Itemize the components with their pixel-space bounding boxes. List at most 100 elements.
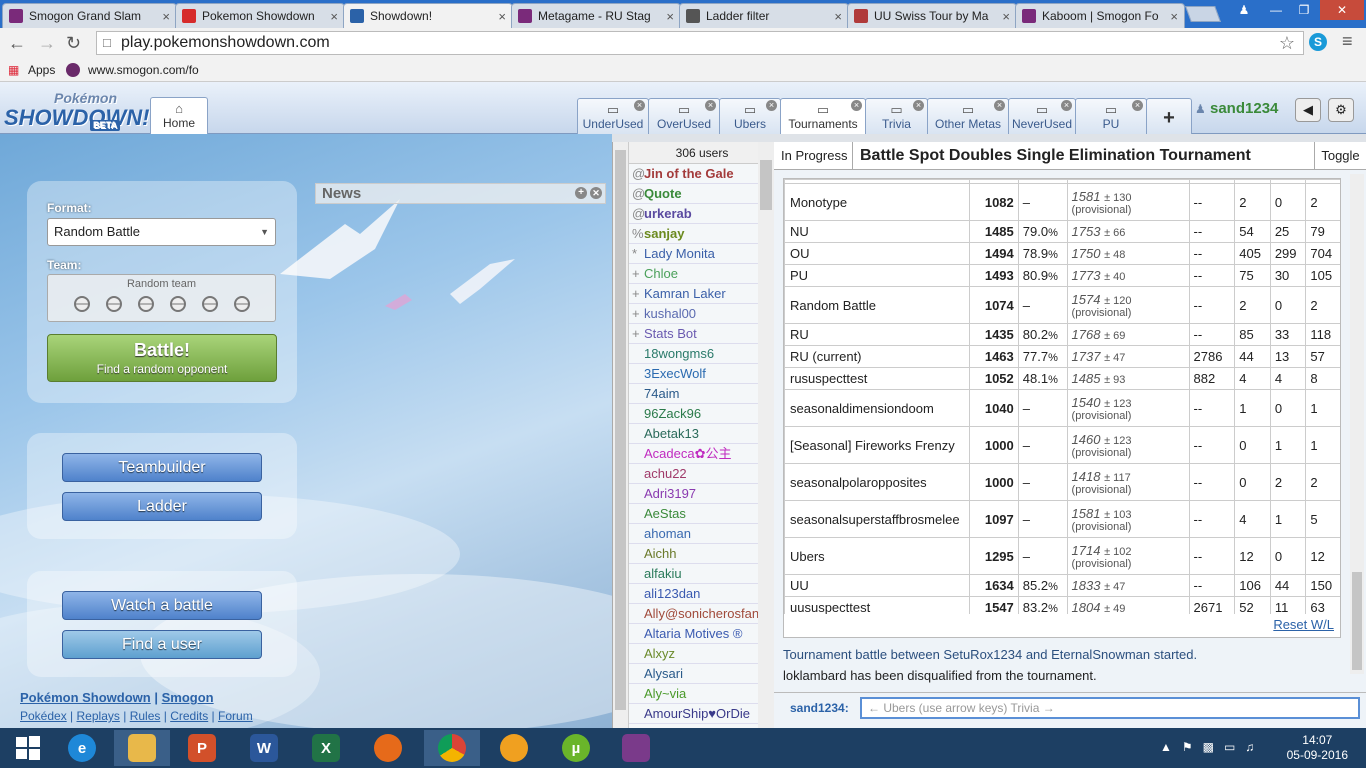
- url-input[interactable]: □ play.pokemonshowdown.com ☆: [96, 31, 1304, 55]
- browser-tab[interactable]: Ladder filter ×: [679, 3, 849, 28]
- tab-close-icon[interactable]: ×: [330, 9, 338, 24]
- username[interactable]: sand1234: [1210, 100, 1278, 117]
- add-room-button[interactable]: +: [1146, 98, 1192, 134]
- gear-icon[interactable]: ⚙: [1328, 98, 1354, 122]
- taskbar-chrome[interactable]: [424, 730, 480, 766]
- skype-icon[interactable]: S: [1309, 33, 1327, 51]
- tournament-scrollbar[interactable]: [1350, 174, 1364, 674]
- window-close-button[interactable]: ✕: [1320, 0, 1364, 20]
- news-panel-header[interactable]: News + ✕: [315, 183, 606, 204]
- user-list-item[interactable]: ahoman: [629, 524, 775, 544]
- user-list-item[interactable]: @Jin of the Gale: [629, 164, 775, 184]
- user-list-item[interactable]: Acadeca✿公主: [629, 444, 775, 464]
- room-tab-trivia[interactable]: ▭ × Trivia: [865, 98, 928, 134]
- user-list-item[interactable]: Adri3197: [629, 484, 775, 504]
- userlist-scrollbar[interactable]: [758, 142, 774, 728]
- taskbar-firefox[interactable]: [360, 730, 416, 766]
- tab-close-icon[interactable]: ×: [1170, 9, 1178, 24]
- pokedex-link[interactable]: Pokédex: [20, 709, 67, 723]
- browser-tab[interactable]: Kaboom | Smogon Fo ×: [1015, 3, 1185, 28]
- user-list-item[interactable]: AmourShip♥OrDie: [629, 704, 775, 724]
- room-tab-pu[interactable]: ▭ × PU: [1075, 98, 1147, 134]
- team-select[interactable]: Random team: [47, 274, 276, 322]
- tab-close-icon[interactable]: ×: [666, 9, 674, 24]
- sound-icon[interactable]: ◀: [1295, 98, 1321, 122]
- user-icon[interactable]: ♟: [1230, 0, 1258, 20]
- user-list-item[interactable]: %sanjay: [629, 224, 775, 244]
- tab-close-icon[interactable]: ×: [834, 9, 842, 24]
- tab-close-icon[interactable]: ×: [498, 9, 506, 24]
- format-select[interactable]: Random Battle ▼: [47, 218, 276, 246]
- close-icon[interactable]: ✕: [590, 187, 602, 199]
- taskbar-ie[interactable]: e: [54, 730, 110, 766]
- user-list-item[interactable]: Ally@sonicherosfan: [629, 604, 775, 624]
- user-list-item[interactable]: @urkerab: [629, 204, 775, 224]
- replays-link[interactable]: Replays: [77, 709, 120, 723]
- close-icon[interactable]: ×: [705, 100, 716, 111]
- apps-link[interactable]: Apps: [28, 58, 55, 82]
- bookmark-star-icon[interactable]: ☆: [1279, 32, 1295, 54]
- teambuilder-button[interactable]: Teambuilder: [62, 453, 262, 482]
- browser-tab[interactable]: Metagame - RU Stag ×: [511, 3, 681, 28]
- apps-icon[interactable]: ▦: [8, 58, 19, 82]
- watch-battle-button[interactable]: Watch a battle: [62, 591, 262, 620]
- user-list-item[interactable]: alfakiu: [629, 564, 775, 584]
- user-list-item[interactable]: achu22: [629, 464, 775, 484]
- ladder-button[interactable]: Ladder: [62, 492, 262, 521]
- room-tab-tournaments[interactable]: ▭ × Tournaments: [780, 98, 866, 134]
- close-icon[interactable]: ×: [913, 100, 924, 111]
- browser-tab[interactable]: Pokemon Showdown ×: [175, 3, 345, 28]
- user-list-item[interactable]: + kushal00: [629, 304, 775, 324]
- user-list-item[interactable]: Abetak13: [629, 424, 775, 444]
- chat-input[interactable]: ← Ubers (use arrow keys) Trivia →: [860, 697, 1360, 719]
- forward-icon[interactable]: →: [38, 33, 56, 54]
- forum-link[interactable]: Forum: [218, 709, 253, 723]
- room-tab-ubers[interactable]: ▭ × Ubers: [719, 98, 781, 134]
- user-list-item[interactable]: Aichh: [629, 544, 775, 564]
- rules-link[interactable]: Rules: [130, 709, 161, 723]
- close-icon[interactable]: ×: [1132, 100, 1143, 111]
- user-list-item[interactable]: Aly~via: [629, 684, 775, 704]
- user-list-item[interactable]: + Kamran Laker: [629, 284, 775, 304]
- reset-wl-link[interactable]: Reset W/L: [1273, 617, 1334, 632]
- credits-link[interactable]: Credits: [170, 709, 208, 723]
- smogon-link[interactable]: Smogon: [162, 690, 214, 705]
- close-icon[interactable]: ×: [994, 100, 1005, 111]
- start-button[interactable]: [0, 730, 56, 766]
- find-user-button[interactable]: Find a user: [62, 630, 262, 659]
- user-list-item[interactable]: + Chloe: [629, 264, 775, 284]
- taskbar-app[interactable]: [486, 730, 542, 766]
- room-tab-neverused[interactable]: ▭ × NeverUsed: [1008, 98, 1076, 134]
- room-tab-other-metas[interactable]: ▭ × Other Metas: [927, 98, 1009, 134]
- expand-icon[interactable]: +: [575, 187, 587, 199]
- close-icon[interactable]: ×: [851, 100, 862, 111]
- browser-tab[interactable]: Showdown! ×: [343, 3, 513, 28]
- battle-button[interactable]: Battle! Find a random opponent: [47, 334, 277, 382]
- user-list-item[interactable]: ali123dan: [629, 584, 775, 604]
- maximize-button[interactable]: ❐: [1290, 0, 1318, 20]
- user-list-item[interactable]: 74aim: [629, 384, 775, 404]
- user-list-item[interactable]: + Stats Bot: [629, 324, 775, 344]
- new-tab-button[interactable]: [1185, 6, 1221, 22]
- toggle-button[interactable]: Toggle: [1314, 142, 1366, 170]
- user-list-item[interactable]: * Lady Monita: [629, 244, 775, 264]
- browser-tab[interactable]: UU Swiss Tour by Ma ×: [847, 3, 1017, 28]
- taskbar-explorer[interactable]: [114, 730, 170, 766]
- taskbar-utorrent[interactable]: µ: [548, 730, 604, 766]
- taskbar-excel[interactable]: X: [298, 730, 354, 766]
- tab-close-icon[interactable]: ×: [162, 9, 170, 24]
- minimize-button[interactable]: —: [1262, 0, 1290, 20]
- taskbar-winrar[interactable]: [608, 730, 664, 766]
- user-list-item[interactable]: 18wongms6: [629, 344, 775, 364]
- menu-icon[interactable]: ≡: [1342, 31, 1353, 52]
- close-icon[interactable]: ×: [634, 100, 645, 111]
- room-tab-underused[interactable]: ▭ × UnderUsed: [577, 98, 649, 134]
- user-list-item[interactable]: Altaria Motives ®: [629, 624, 775, 644]
- showdown-link[interactable]: Pokémon Showdown: [20, 690, 151, 705]
- tab-close-icon[interactable]: ×: [1002, 9, 1010, 24]
- user-list-item[interactable]: Alysari: [629, 664, 775, 684]
- browser-tab[interactable]: Smogon Grand Slam ×: [2, 3, 177, 28]
- user-list-item[interactable]: @Quote: [629, 184, 775, 204]
- tab-home[interactable]: ⌂ Home: [150, 97, 208, 135]
- room-tab-overused[interactable]: ▭ × OverUsed: [648, 98, 720, 134]
